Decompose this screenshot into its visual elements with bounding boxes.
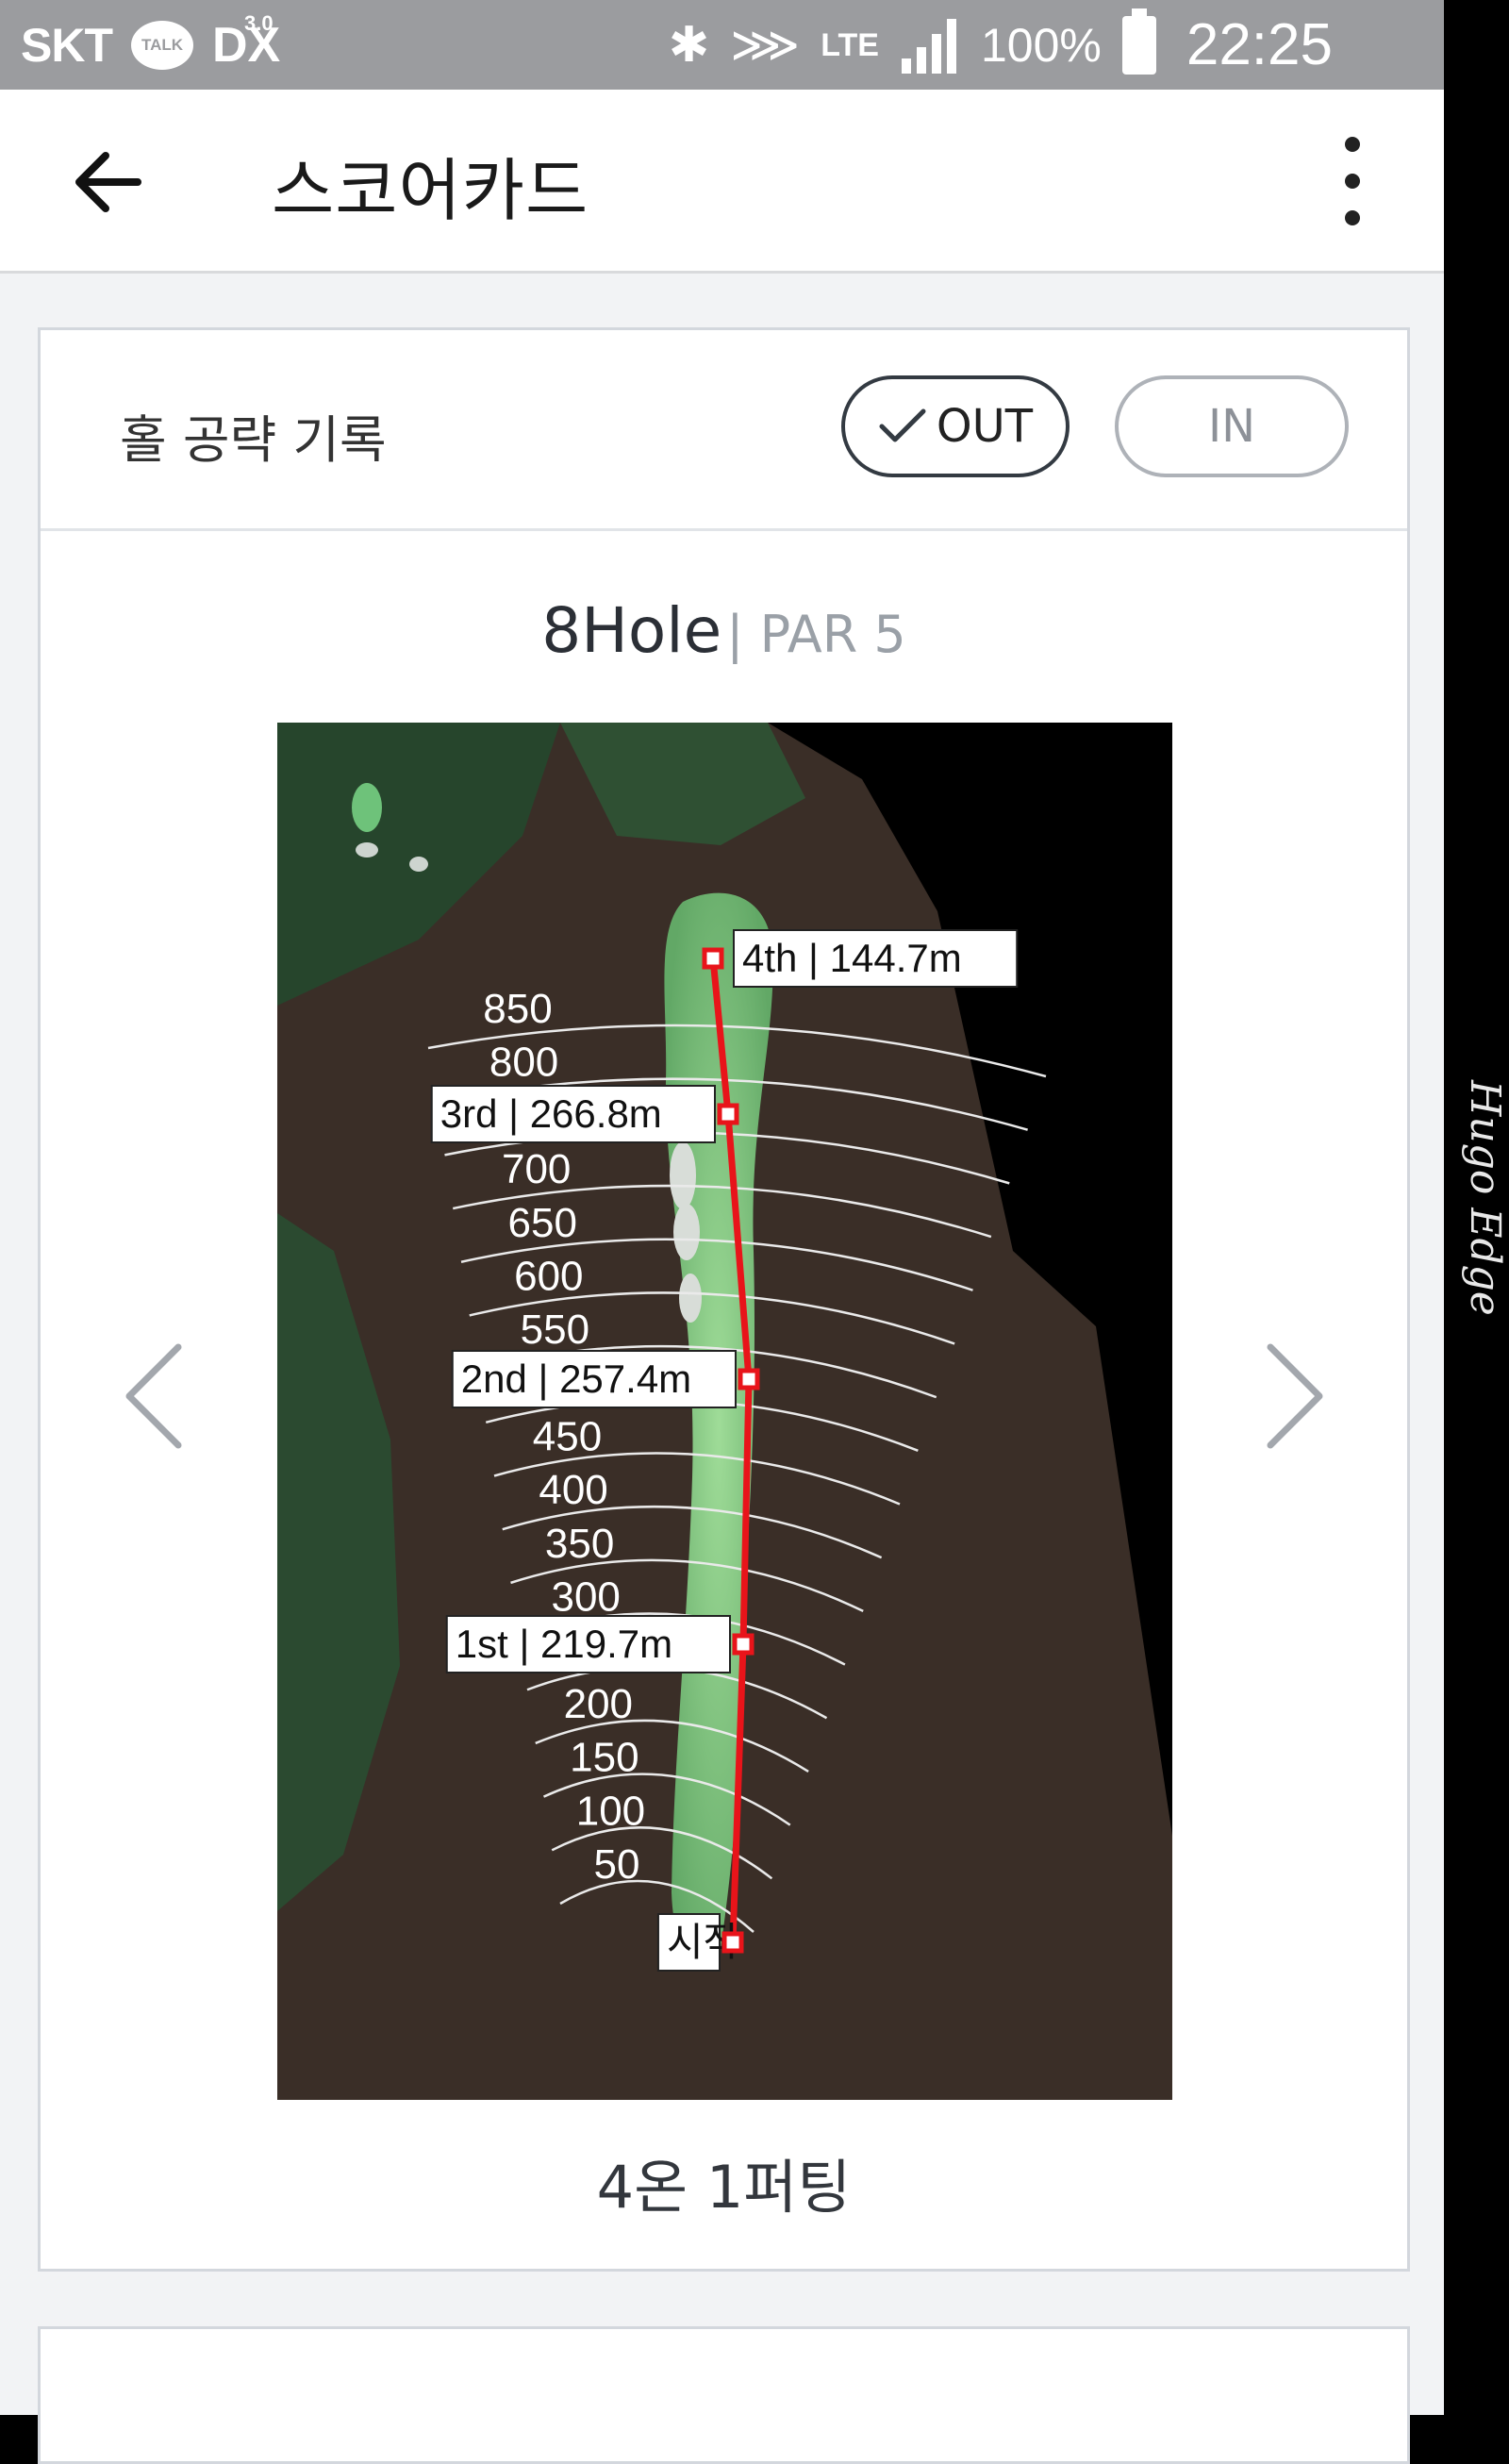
in-toggle-button[interactable]: IN <box>1115 375 1349 477</box>
distance-label: 800 <box>489 1040 558 1086</box>
vibrate-mute-icon: ⋙ <box>730 17 801 73</box>
bluetooth-icon: ✱ <box>668 17 710 73</box>
battery-icon <box>1121 8 1156 75</box>
page-title: 스코어카드 <box>272 151 589 230</box>
shot-label: 3rd | 266.8m <box>440 1091 662 1136</box>
shot-marker: 시작 <box>656 1913 744 1972</box>
hole-record-card: 홀 공략 기록 OUT IN 8Hole | PAR 5 850 800 700… <box>38 327 1410 2272</box>
out-label: OUT <box>936 400 1034 453</box>
card-header: 홀 공략 기록 OUT IN <box>41 330 1407 531</box>
back-arrow-icon[interactable] <box>74 148 141 216</box>
in-label: IN <box>1207 400 1256 453</box>
distance-label: 450 <box>533 1414 602 1460</box>
next-hole-arrow-icon[interactable] <box>1257 1340 1333 1453</box>
previous-hole-arrow-icon[interactable] <box>116 1340 191 1453</box>
check-icon <box>879 408 926 442</box>
dx-icon: DX 3.0 <box>212 10 281 73</box>
battery-percent: 100% <box>980 18 1102 72</box>
distance-label: 350 <box>545 1521 614 1567</box>
signal-icon <box>901 18 956 74</box>
hole-number: 8Hole <box>541 594 722 667</box>
distance-label: 150 <box>570 1735 638 1781</box>
more-options-icon[interactable] <box>1334 137 1371 269</box>
clock: 22:25 <box>1186 12 1333 77</box>
shot-marker: 2nd | 257.4m <box>451 1350 760 1408</box>
distance-label: 600 <box>514 1253 583 1299</box>
hole-par: | PAR 5 <box>726 605 906 664</box>
distance-label: 850 <box>483 986 552 1032</box>
bunker <box>356 842 378 857</box>
app-bar: 스코어카드 <box>0 90 1444 274</box>
shot-marker: 4th | 144.7m <box>702 929 1019 988</box>
carrier-name: SKT <box>21 18 113 72</box>
shot-point <box>702 947 724 970</box>
shot-point <box>721 1931 744 1954</box>
hole-heading: 8Hole | PAR 5 <box>41 594 1407 667</box>
shot-label: 1st | 219.7m <box>456 1622 672 1666</box>
shot-label: 2nd | 257.4m <box>461 1357 691 1401</box>
bunker <box>673 1204 700 1260</box>
distance-label: 50 <box>594 1841 640 1888</box>
distance-label: 650 <box>508 1200 577 1246</box>
shot-marker: 3rd | 266.8m <box>430 1085 739 1143</box>
shot-point <box>732 1633 754 1656</box>
shot-marker: 1st | 219.7m <box>445 1615 754 1673</box>
hole-result: 4온 1퍼팅 <box>596 2153 852 2222</box>
out-toggle-button[interactable]: OUT <box>841 375 1070 477</box>
hole-map: 8508007507006506005505004504003503002502… <box>277 723 1172 2100</box>
bunker <box>679 1274 702 1323</box>
edge-panel-label[interactable]: Hugo Edge <box>1443 1057 1509 1340</box>
kakaotalk-icon: TALK <box>131 20 193 70</box>
shot-point <box>717 1103 739 1125</box>
status-bar: SKT TALK DX 3.0 ✱ ⋙ LTE 100% 22:25 <box>0 0 1444 90</box>
lte-indicator: LTE <box>821 26 879 63</box>
next-card <box>38 2326 1410 2464</box>
card-label: 홀 공략 기록 <box>120 410 387 470</box>
bunker <box>670 1141 696 1209</box>
distance-label: 200 <box>564 1681 633 1727</box>
distance-label: 300 <box>551 1574 620 1621</box>
distance-label: 700 <box>502 1146 571 1192</box>
bunker <box>409 857 428 872</box>
distance-label: 550 <box>521 1307 589 1353</box>
shot-label: 4th | 144.7m <box>742 936 962 980</box>
distance-label: 400 <box>539 1467 607 1513</box>
shot-point <box>738 1368 760 1390</box>
water <box>352 783 382 832</box>
distance-label: 100 <box>576 1788 645 1834</box>
